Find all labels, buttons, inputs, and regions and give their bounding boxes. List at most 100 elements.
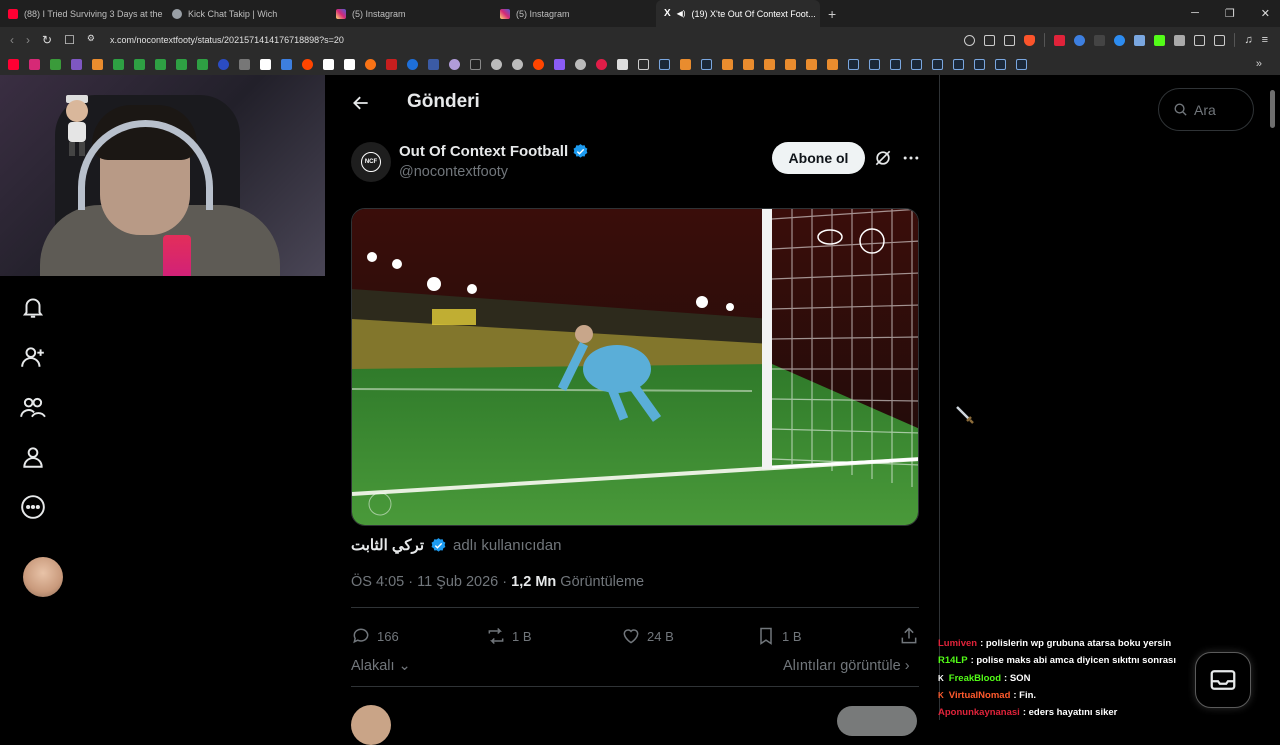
bookmark-k-icon[interactable] <box>470 58 481 70</box>
bookmark-lavender-icon[interactable] <box>449 58 460 70</box>
view-quotes-link[interactable]: Alıntıları görüntüle › <box>783 658 910 674</box>
url-field[interactable]: x.com/nocontextfooty/status/202157141417… <box>110 35 344 45</box>
bookmark-reddit-icon[interactable] <box>533 58 544 70</box>
bookmark-steam-icon[interactable] <box>995 58 1006 70</box>
zoom-icon[interactable] <box>964 34 976 46</box>
back-arrow-icon[interactable] <box>351 93 371 113</box>
extension-audio-icon[interactable] <box>1074 34 1086 46</box>
sort-relevant-dropdown[interactable]: Alakalı ⌄ <box>351 658 411 674</box>
post-video[interactable] <box>351 208 919 526</box>
browser-tab-kick-chat[interactable]: Kick Chat Takip | Wich <box>164 0 328 27</box>
close-window-icon[interactable]: ✕ <box>1261 7 1270 20</box>
communities-icon[interactable] <box>20 394 46 420</box>
minimize-icon[interactable]: ─ <box>1191 7 1199 20</box>
profile-icon[interactable] <box>20 444 46 470</box>
site-info-icon[interactable]: ⚙ <box>87 33 95 47</box>
bookmark-amazon-icon[interactable] <box>344 58 355 70</box>
bookmark-check-icon[interactable] <box>176 58 187 70</box>
video-attribution[interactable]: تركي الثابت adlı kullanıcıdan <box>351 536 561 555</box>
bookmark-check-icon[interactable] <box>134 58 145 70</box>
bookmark-orange-icon[interactable] <box>764 58 775 70</box>
bookmark-youtube-icon[interactable] <box>8 58 19 70</box>
speaker-icon[interactable]: ◀) <box>677 9 686 18</box>
more-options-circle-icon[interactable] <box>20 494 46 520</box>
bookmark-orange-icon[interactable] <box>92 58 103 70</box>
bookmark-reddit-icon[interactable] <box>302 58 313 70</box>
browser-tab-x-active[interactable]: X ◀) (19) X'te Out Of Context Foot... ✕ <box>656 0 820 27</box>
bookmark-chrome-icon[interactable] <box>617 58 628 70</box>
reply-submit-button[interactable] <box>837 706 917 736</box>
bookmark-orange-icon[interactable] <box>785 58 796 70</box>
bookmark-red-icon[interactable] <box>386 58 397 70</box>
attribution-name[interactable]: تركي الثابت <box>351 536 424 554</box>
bookmark-folder-icon[interactable] <box>638 58 649 70</box>
extension-red-icon[interactable] <box>1054 34 1066 46</box>
bookmark-orange-circle-icon[interactable] <box>365 58 376 70</box>
bookmark-steam-icon[interactable] <box>869 58 880 70</box>
scrollbar-thumb[interactable] <box>1270 90 1275 128</box>
bookmark-green-icon[interactable] <box>50 58 61 70</box>
reply-button[interactable]: 166 <box>351 626 486 646</box>
author-name-row[interactable]: Out Of Context Football <box>399 143 589 160</box>
bookmark-steam-icon[interactable] <box>848 58 859 70</box>
bookmark-x-icon[interactable] <box>197 58 208 70</box>
extension-blue-icon[interactable] <box>1114 34 1126 46</box>
bookmark-steam-icon[interactable] <box>701 58 712 70</box>
bookmark-orange-icon[interactable] <box>722 58 733 70</box>
music-icon[interactable]: ♫ <box>1244 34 1252 46</box>
bookmark-app-icon[interactable] <box>281 58 292 70</box>
extension-window-icon[interactable] <box>1134 34 1146 46</box>
bookmark-gray-icon[interactable] <box>239 58 250 70</box>
bookmark-orange-icon[interactable] <box>743 58 754 70</box>
bookmark-steam-icon[interactable] <box>890 58 901 70</box>
author-avatar[interactable]: NCF <box>351 142 391 182</box>
bookmark-steam-icon[interactable] <box>932 58 943 70</box>
bookmark-globe-icon[interactable] <box>512 58 523 70</box>
bookmark-p-icon[interactable] <box>323 58 334 70</box>
bookmark-check-icon[interactable] <box>113 58 124 70</box>
bookmark-instagram-icon[interactable] <box>29 58 40 70</box>
repost-button[interactable]: 1 B <box>486 626 621 646</box>
menu-icon[interactable]: ≡ <box>1262 34 1268 46</box>
browser-tab-instagram-2[interactable]: (5) Instagram <box>492 0 656 27</box>
bookmark-steam-icon[interactable] <box>1016 58 1027 70</box>
subscribe-button[interactable]: Abone ol <box>772 142 865 174</box>
bookmark-steam-icon[interactable] <box>911 58 922 70</box>
bookmark-steam-icon[interactable] <box>659 58 670 70</box>
bookmark-page-icon[interactable]: ☐ <box>64 33 75 47</box>
bookmark-purple-icon[interactable] <box>71 58 82 70</box>
reload-icon[interactable]: ↻ <box>42 33 52 47</box>
bookmark-pen-icon[interactable] <box>554 58 565 70</box>
like-button[interactable]: 24 B <box>621 626 756 646</box>
grok-icon[interactable] <box>873 148 893 168</box>
restore-icon[interactable]: ❐ <box>1225 7 1235 20</box>
extensions-puzzle-icon[interactable] <box>1194 34 1206 46</box>
messages-drawer-button[interactable] <box>1195 652 1251 708</box>
search-box[interactable]: Ara <box>1158 88 1254 131</box>
follow-add-person-icon[interactable] <box>20 344 46 370</box>
bookmark-check-icon[interactable] <box>155 58 166 70</box>
back-nav-icon[interactable]: ‹ <box>10 33 14 47</box>
bookmarks-overflow-icon[interactable]: » <box>1256 58 1280 70</box>
bookmark-globe-icon[interactable] <box>575 58 586 70</box>
bookmark-x-logo-icon[interactable] <box>260 58 271 70</box>
extension-s-icon[interactable] <box>1094 34 1106 46</box>
post-timestamp[interactable]: ÖS 4:05 · 11 Şub 2026 · <box>351 574 511 590</box>
author-name[interactable]: Out Of Context Football <box>399 143 568 160</box>
share-page-icon[interactable] <box>1004 34 1016 46</box>
extension-k-icon[interactable] <box>1154 34 1166 46</box>
bookmark-orange-icon[interactable] <box>827 58 838 70</box>
forward-nav-icon[interactable]: › <box>26 33 30 47</box>
bookmark-orange-icon[interactable] <box>806 58 817 70</box>
account-avatar[interactable] <box>23 557 63 597</box>
bookmark-nfl-icon[interactable] <box>428 58 439 70</box>
brave-shield-icon[interactable] <box>1024 34 1036 46</box>
bookmark-blue-circle-icon[interactable] <box>407 58 418 70</box>
share-icon[interactable] <box>899 626 919 646</box>
bookmark-red-dot-icon[interactable] <box>596 58 607 70</box>
author-handle[interactable]: @nocontextfooty <box>399 164 508 180</box>
bookmark-steam-icon[interactable] <box>953 58 964 70</box>
notifications-bell-icon[interactable] <box>20 294 46 320</box>
more-options-icon[interactable] <box>901 148 921 168</box>
bookmark-blue-icon[interactable] <box>218 58 229 70</box>
